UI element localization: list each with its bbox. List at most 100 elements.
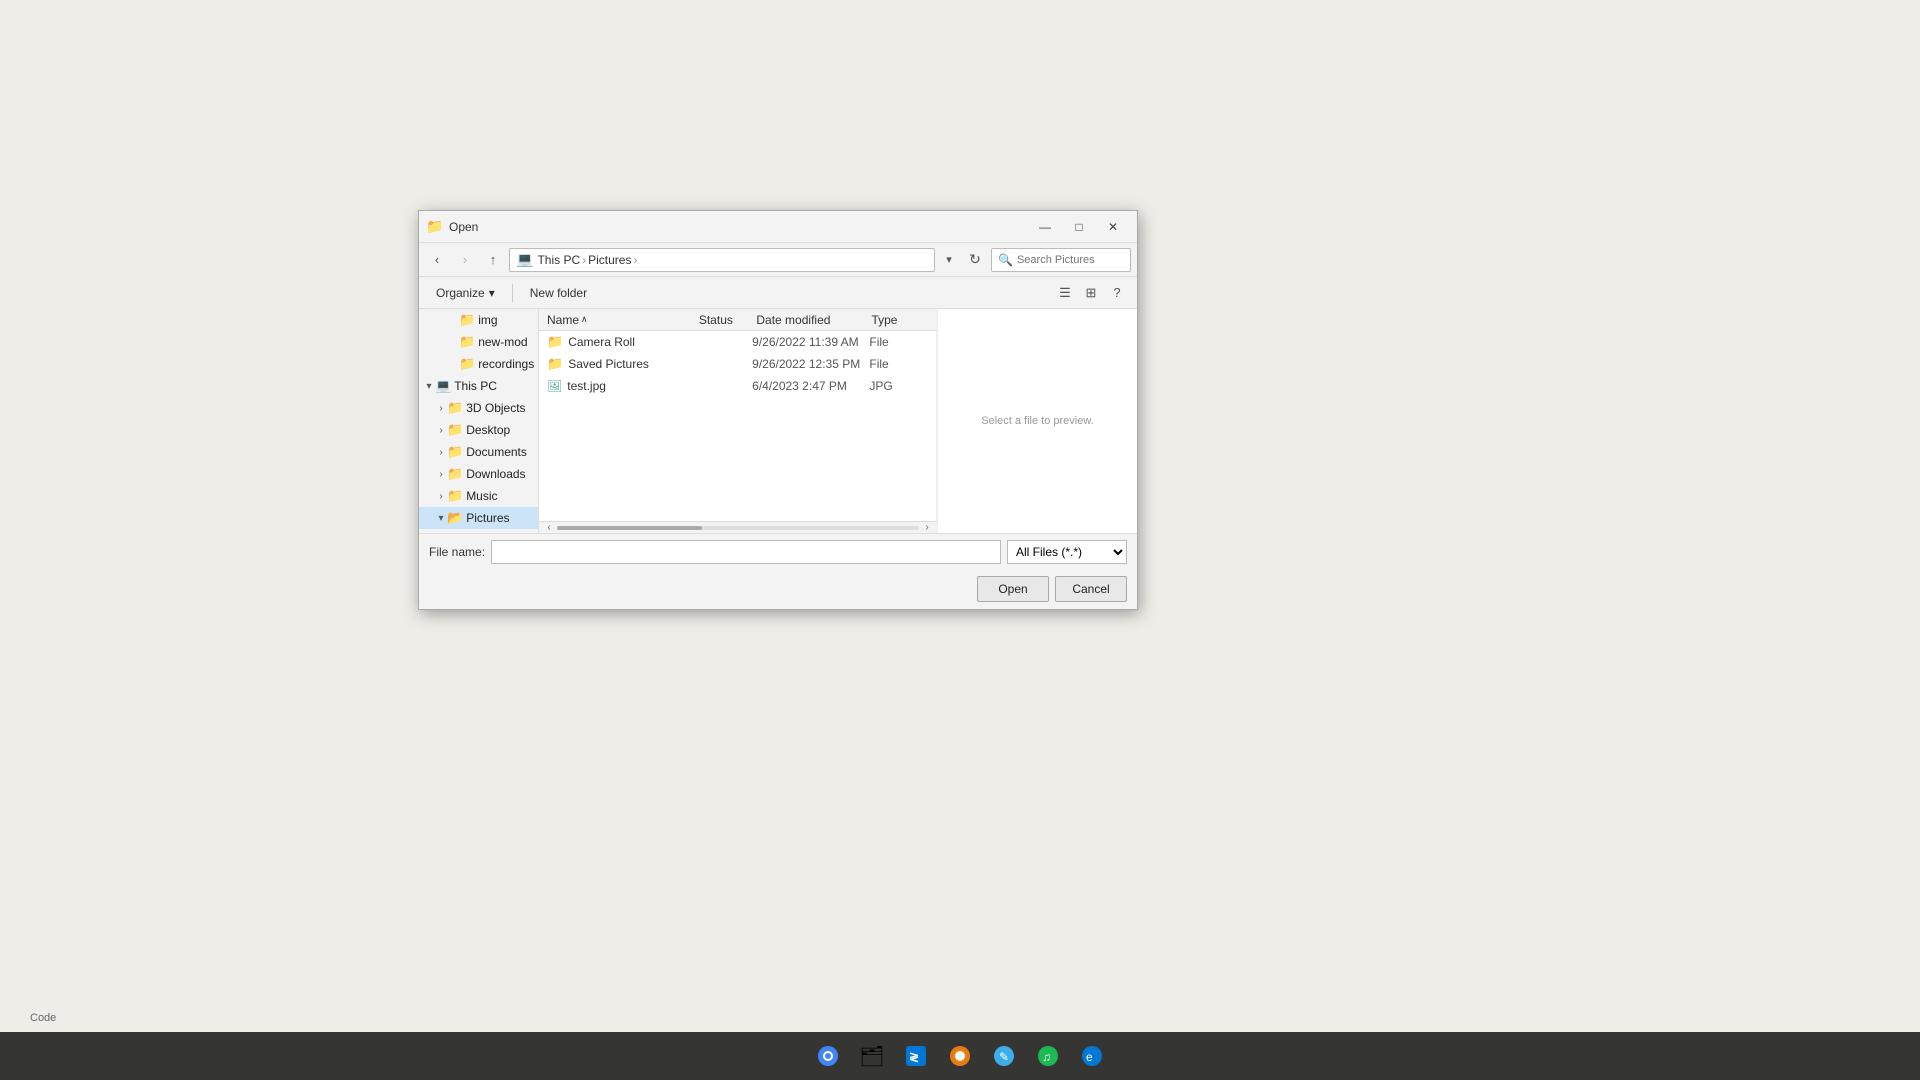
new-folder-label: New folder: [530, 286, 587, 300]
table-row[interactable]: 📁 Saved Pictures 9/26/2022 12:35 PM File: [539, 353, 936, 375]
sidebar-item-recordings[interactable]: 📁 recordings: [419, 353, 538, 375]
sidebar-item-label: Pictures: [466, 511, 509, 525]
sidebar-item-label: img: [478, 313, 497, 327]
sidebar-item-label: recordings: [478, 357, 534, 371]
file-list: 📁 Camera Roll 9/26/2022 11:39 AM File 📁 …: [539, 331, 937, 521]
folder-icon: 📁: [447, 422, 463, 438]
new-folder-button[interactable]: New folder: [521, 281, 596, 305]
col-date-header[interactable]: Date modified: [756, 313, 871, 327]
folder-icon: 📁: [447, 466, 463, 482]
sidebar-item-3d-objects[interactable]: › 📁 3D Objects: [419, 397, 538, 419]
svg-text:♫: ♫: [1042, 1050, 1051, 1064]
taskbar-edge[interactable]: e: [1072, 1036, 1112, 1076]
folder-icon: 📁: [447, 444, 463, 460]
preview-text: Select a file to preview.: [981, 415, 1094, 427]
expand-icon: [447, 314, 459, 326]
dialog-icon: 📁: [427, 219, 443, 235]
sort-icon: ∧: [581, 314, 588, 325]
up-button[interactable]: ↑: [481, 248, 505, 272]
scroll-track[interactable]: [557, 526, 919, 530]
filename-label: File name:: [429, 545, 485, 559]
table-row[interactable]: 📁 Camera Roll 9/26/2022 11:39 AM File: [539, 331, 936, 353]
file-name-cell: 📁 Camera Roll: [547, 334, 694, 350]
sidebar-item-pictures[interactable]: ▾ 📂 Pictures: [419, 507, 538, 529]
sidebar-item-label: Documents: [466, 445, 527, 459]
expand-icon: ›: [435, 424, 447, 436]
open-button[interactable]: Open: [977, 576, 1049, 602]
sidebar-item-music[interactable]: › 📁 Music: [419, 485, 538, 507]
horizontal-scrollbar[interactable]: ‹ ›: [539, 521, 937, 533]
sidebar-item-this-pc[interactable]: ▾ 💻 This PC: [419, 375, 538, 397]
folder-icon: 📁: [459, 312, 475, 328]
sidebar-item-label: 3D Objects: [466, 401, 525, 415]
col-name-header[interactable]: Name ∧: [547, 313, 699, 327]
back-button[interactable]: ‹: [425, 248, 449, 272]
filename-input[interactable]: [491, 540, 1001, 564]
cancel-button[interactable]: Cancel: [1055, 576, 1127, 602]
forward-button[interactable]: ›: [453, 248, 477, 272]
close-button[interactable]: ✕: [1097, 213, 1129, 241]
file-type-cell: File: [869, 335, 928, 349]
preview-panel: Select a file to preview.: [937, 309, 1137, 533]
address-path[interactable]: 💻 This PC › Pictures ›: [509, 248, 935, 272]
view-list-button[interactable]: ☰: [1053, 281, 1077, 305]
folder-icon: 📁: [547, 356, 563, 372]
image-icon: 🖼: [547, 379, 562, 393]
organize-button[interactable]: Organize ▾: [427, 281, 504, 305]
view-help-button[interactable]: ?: [1105, 281, 1129, 305]
sidebar-item-new-mod[interactable]: 📁 new-mod: [419, 331, 538, 353]
scroll-right-button[interactable]: ›: [919, 520, 935, 534]
file-type-cell: JPG: [869, 379, 928, 393]
scroll-left-button[interactable]: ‹: [541, 520, 557, 534]
maximize-button[interactable]: □: [1063, 213, 1095, 241]
sidebar-item-label: Music: [466, 489, 497, 503]
scroll-thumb[interactable]: [557, 526, 702, 530]
expand-icon: ▾: [423, 380, 435, 392]
sidebar-item-videos[interactable]: › 📁 Videos: [419, 529, 538, 533]
right-panel: Name ∧ Status Date modified Type 📁 Camer…: [539, 309, 1137, 533]
search-box: 🔍: [991, 248, 1131, 272]
path-this-pc: This PC: [537, 253, 580, 267]
search-icon: 🔍: [998, 253, 1013, 267]
address-bar: ‹ › ↑ 💻 This PC › Pictures › ▾ ↻ 🔍: [419, 243, 1137, 277]
path-dropdown-button[interactable]: ▾: [939, 248, 959, 272]
search-input[interactable]: [1017, 254, 1124, 266]
refresh-button[interactable]: ↻: [963, 248, 987, 272]
taskbar: 🗂 ≷ ✎ ♫ e: [0, 1032, 1920, 1080]
view-icons-button[interactable]: ⊞: [1079, 281, 1103, 305]
sidebar-item-img[interactable]: 📁 img: [419, 309, 538, 331]
taskbar-spotify[interactable]: ♫: [1028, 1036, 1068, 1076]
expand-icon: ›: [435, 468, 447, 480]
folder-icon: 📁: [459, 334, 475, 350]
expand-icon: [447, 358, 459, 370]
taskbar-chrome[interactable]: [808, 1036, 848, 1076]
svg-text:✎: ✎: [999, 1050, 1009, 1064]
file-date-cell: 6/4/2023 2:47 PM: [752, 379, 869, 393]
organize-arrow: ▾: [489, 286, 495, 300]
expand-icon: [447, 336, 459, 348]
title-bar: 📁 Open — □ ✕: [419, 211, 1137, 243]
dialog-title: Open: [449, 220, 1029, 234]
main-content: 📁 img 📁 new-mod 📁 recordings ▾ 💻 This PC: [419, 309, 1137, 533]
taskbar-explorer[interactable]: 🗂: [852, 1036, 892, 1076]
table-row[interactable]: 🖼 test.jpg 6/4/2023 2:47 PM JPG: [539, 375, 936, 397]
col-type-header[interactable]: Type: [871, 313, 929, 327]
sidebar-item-downloads[interactable]: › 📁 Downloads: [419, 463, 538, 485]
taskbar-blender[interactable]: [940, 1036, 980, 1076]
sidebar-item-documents[interactable]: › 📁 Documents: [419, 441, 538, 463]
taskbar-krita[interactable]: ✎: [984, 1036, 1024, 1076]
filetype-select[interactable]: All Files (*.*) JPEG (*.jpg) PNG (*.png)…: [1007, 540, 1127, 564]
file-date-cell: 9/26/2022 11:39 AM: [752, 335, 869, 349]
toolbar-separator: [512, 284, 513, 302]
sidebar-item-label: new-mod: [478, 335, 527, 349]
col-status-header[interactable]: Status: [699, 313, 757, 327]
path-pictures: Pictures: [588, 253, 631, 267]
taskbar-vscode[interactable]: ≷: [896, 1036, 936, 1076]
pc-icon: 💻: [435, 378, 451, 394]
open-dialog: 📁 Open — □ ✕ ‹ › ↑ 💻 This PC › Pictures …: [418, 210, 1138, 610]
view-controls: ☰ ⊞ ?: [1053, 281, 1129, 305]
expand-icon: ▾: [435, 512, 447, 524]
sidebar-item-desktop[interactable]: › 📁 Desktop: [419, 419, 538, 441]
file-type-cell: File: [869, 357, 928, 371]
minimize-button[interactable]: —: [1029, 213, 1061, 241]
